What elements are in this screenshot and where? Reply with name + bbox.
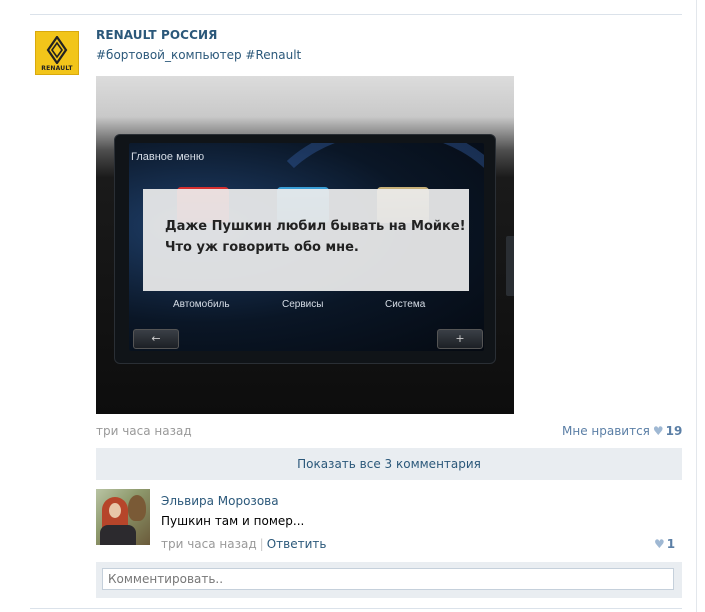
post-timestamp[interactable]: три часа назад (96, 424, 192, 438)
post-photo[interactable]: Главное меню Автомобиль Сервисы Система … (96, 76, 514, 414)
comment-like-count: 1 (666, 537, 676, 551)
post-like-button[interactable]: Мне нравится ♥ 19 (562, 424, 682, 438)
app-label-system: Система (385, 299, 426, 310)
dashboard-knob (506, 236, 514, 296)
caption-line-1: Даже Пушкин любил бывать на Мойке! (165, 219, 466, 234)
divider (30, 608, 682, 609)
menu-title: Главное меню (131, 151, 205, 163)
post-hashtags[interactable]: #бортовой_компьютер #Renault (96, 48, 301, 62)
show-all-comments-button[interactable]: Показать все 3 комментария (96, 448, 682, 480)
reply-link[interactable]: Ответить (267, 537, 327, 551)
like-count: 19 (665, 424, 683, 438)
comment-text: Пушкин там и помер... (161, 514, 305, 528)
divider (30, 14, 682, 15)
post-author-link[interactable]: RENAULT РОССИЯ (96, 28, 217, 42)
renault-logo-icon (46, 36, 68, 64)
avatar-bird (128, 495, 146, 521)
meta-separator: | (259, 537, 264, 551)
comment-composer (96, 562, 682, 598)
comment-author-link[interactable]: Эльвира Морозова (161, 494, 279, 508)
caption-overlay: Даже Пушкин любил бывать на Мойке! Что у… (143, 189, 469, 291)
comment-input[interactable] (102, 568, 674, 590)
app-label-car: Автомобиль (173, 299, 230, 310)
author-avatar[interactable]: RENAULT (35, 31, 79, 75)
comment-meta: три часа назад | Ответить (161, 537, 326, 551)
back-arrow-icon: ← (133, 329, 179, 349)
heart-icon: ♥ (652, 424, 664, 438)
like-label: Мне нравится (562, 424, 650, 438)
post: RENAULT RENAULT РОССИЯ #бортовой_компьют… (0, 0, 705, 612)
app-label-services: Сервисы (282, 299, 324, 310)
avatar-body (100, 525, 136, 545)
divider (696, 0, 697, 612)
commenter-avatar[interactable] (96, 489, 150, 545)
comment-timestamp[interactable]: три часа назад (161, 537, 257, 551)
avatar-face (109, 503, 121, 518)
heart-icon: ♥ (654, 537, 665, 551)
logo-wordmark: RENAULT (41, 65, 73, 72)
caption-line-2: Что уж говорить обо мне. (165, 240, 359, 255)
plus-icon: + (437, 329, 483, 349)
comment-like-button[interactable]: ♥ 1 (654, 537, 675, 551)
